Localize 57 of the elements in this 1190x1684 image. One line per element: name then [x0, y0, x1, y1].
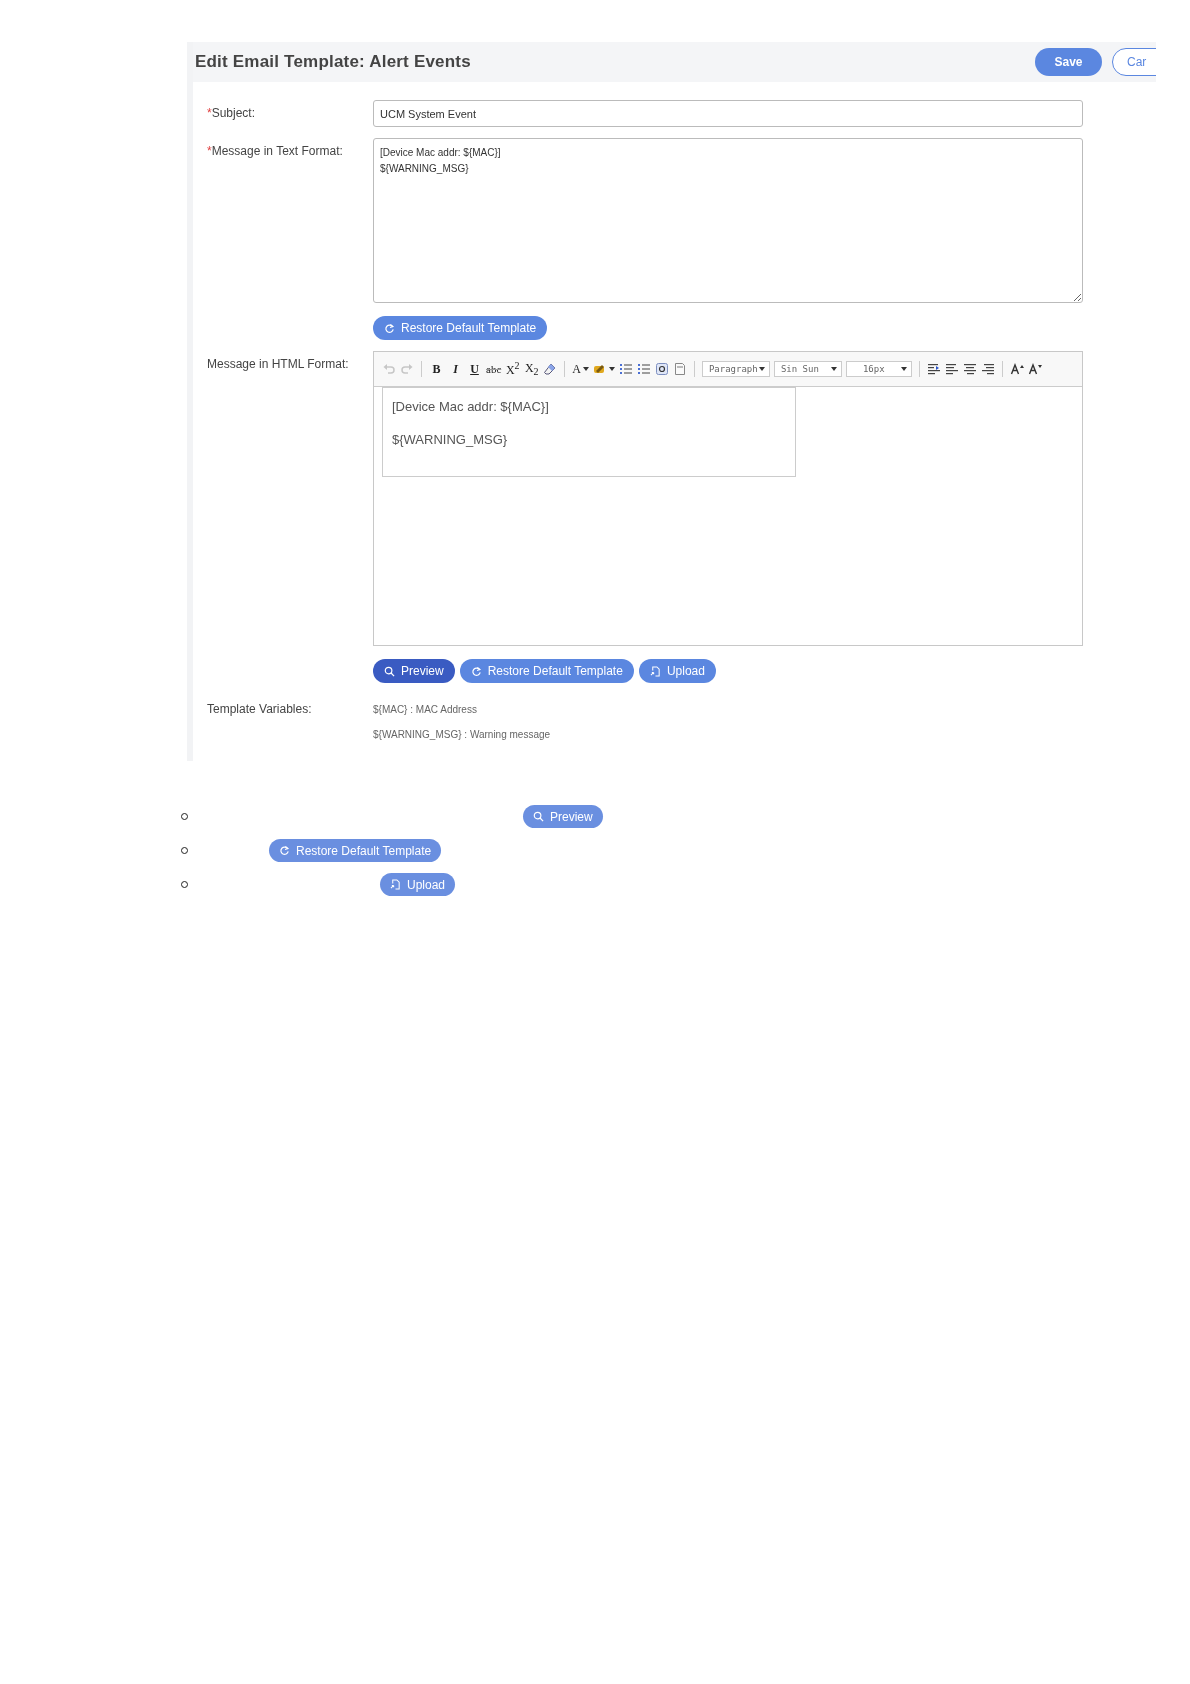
- refresh-icon: [384, 322, 395, 334]
- content-paragraph: ${WARNING_MSG}: [392, 431, 509, 448]
- toolbar-button[interactable]: X$^{2}$: [505, 360, 521, 378]
- eraser-icon: [543, 362, 558, 376]
- align-left-icon: [944, 362, 959, 376]
- font-size-icon: [1027, 362, 1042, 376]
- toolbar-button[interactable]: [962, 362, 977, 376]
- redo-icon: [400, 362, 414, 376]
- toolbar-button[interactable]: [944, 362, 959, 376]
- toolbar-button[interactable]: [1027, 362, 1042, 376]
- upload-button[interactable]: Upload: [638, 659, 716, 683]
- toolbar-button[interactable]: U: [467, 361, 482, 377]
- toolbar-button[interactable]: B: [429, 361, 444, 377]
- variable-description: ${MAC} : MAC Address: [373, 704, 478, 715]
- variable-description: ${WARNING_MSG} : Warning message: [373, 729, 551, 740]
- font-size-icon: [1009, 362, 1024, 376]
- highlighter-icon: [592, 362, 607, 376]
- search-icon: [384, 665, 395, 677]
- cancel-button[interactable]: Car: [1112, 48, 1156, 76]
- toolbar-button[interactable]: [980, 362, 995, 376]
- field-label: Message in HTML Format:: [207, 357, 349, 371]
- preview-button[interactable]: Preview: [373, 659, 455, 683]
- message-text-field[interactable]: [Device Mac addr: ${MAC}] ${WARNING_MSG}: [373, 138, 1083, 303]
- toolbar-button[interactable]: I: [448, 361, 463, 377]
- file-upload-icon: [390, 879, 401, 890]
- restore-default-button[interactable]: Restore Default Template: [459, 659, 634, 683]
- search-icon: [533, 811, 544, 822]
- subject-field[interactable]: UCM System Event: [373, 100, 1083, 127]
- restore-default-button[interactable]: Restore Default Template: [373, 316, 548, 340]
- content-paragraph: [Device Mac addr: ${MAC}]: [392, 398, 550, 415]
- required-mark: *: [207, 106, 212, 120]
- undo-icon: [382, 362, 396, 376]
- caret-icon: [758, 367, 765, 371]
- toolbar-button[interactable]: X$_{2}$: [524, 360, 540, 378]
- caret-icon: [900, 367, 907, 371]
- toolbar-button[interactable]: [592, 362, 615, 376]
- field-label: Message in Text Format:: [211, 144, 343, 158]
- page-title: Edit Email Template: Alert Events: [195, 52, 471, 72]
- refresh-icon: [470, 665, 482, 677]
- field-label: Template Variables:: [207, 702, 312, 716]
- toolbar-button[interactable]: [1009, 362, 1024, 376]
- field-label: Subject:: [211, 106, 256, 120]
- toolbar-button[interactable]: A: [572, 361, 589, 377]
- file-upload-icon: [649, 665, 661, 677]
- required-mark: *: [207, 144, 212, 158]
- align-right-icon: [980, 362, 995, 376]
- refresh-icon: [279, 845, 290, 856]
- save-button[interactable]: Save: [1035, 48, 1102, 76]
- indent-icon: [926, 362, 941, 376]
- caret-icon: [830, 367, 837, 371]
- toolbar-button[interactable]: [543, 362, 558, 376]
- bullet-list-icon: [636, 362, 651, 376]
- toolbar-dropdown[interactable]: Paragraph: [701, 361, 770, 377]
- toolbar-button[interactable]: [926, 362, 941, 376]
- align-center-icon: [962, 362, 977, 376]
- toolbar-dropdown[interactable]: Sin Sun: [773, 361, 842, 377]
- toolbar-dropdown[interactable]: 16px: [845, 361, 912, 377]
